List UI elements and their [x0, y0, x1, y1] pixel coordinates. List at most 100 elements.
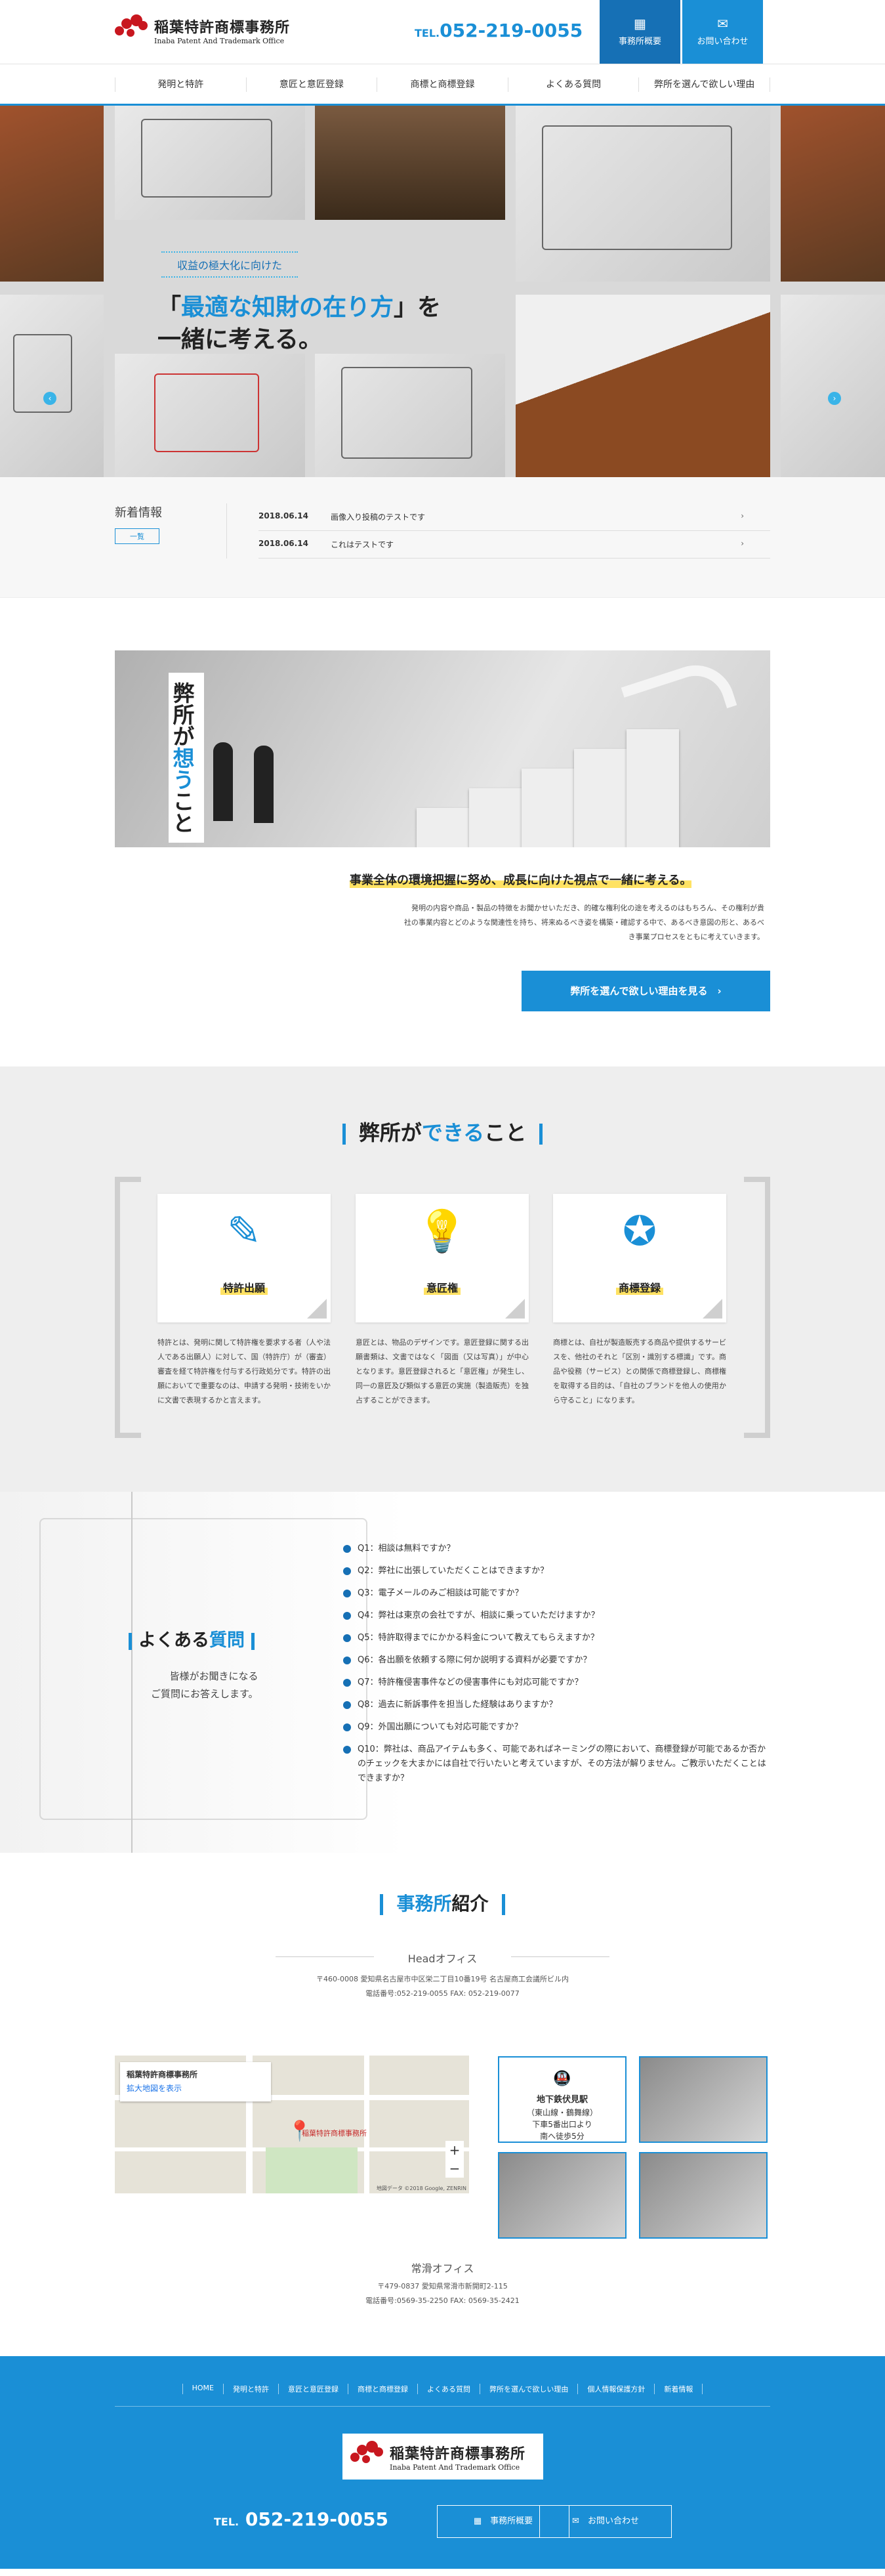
global-nav: 発明と特許 意匠と意匠登録 商標と商標登録 よくある質問 弊所を選んで欲しい理由	[0, 64, 885, 106]
news-list-button[interactable]: 一覧	[115, 528, 159, 544]
nav-item-reasons[interactable]: 弊所を選んで欲しい理由	[638, 77, 770, 92]
footer-nav-home[interactable]: HOME	[182, 2384, 223, 2394]
philosophy-subtitle: 事業全体の環境把握に努め、成長に向けた視点で一緒に考える。	[350, 871, 692, 888]
document-pen-icon: ✎	[227, 1207, 261, 1255]
news-section: 新着情報 一覧 2018.06.14 画像入り投稿のテストです › 2018.0…	[0, 477, 885, 598]
faq-item[interactable]: Q5：特許取得までにかかる料金について教えてもらえますか？	[343, 1631, 770, 1645]
logo-mark-icon	[350, 2441, 384, 2472]
service-card-trademark[interactable]: ✪ 商標登録	[553, 1194, 726, 1322]
faq-title: よくある質問	[129, 1626, 255, 1651]
bracket-left	[115, 1177, 141, 1438]
footer-phone[interactable]: TEL. 052-219-0055	[214, 2508, 388, 2530]
slider-next-icon[interactable]: ›	[828, 392, 841, 405]
faq-item[interactable]: Q8：過去に新訴事件を担当した経験はありますか？	[343, 1698, 770, 1712]
site-logo[interactable]: 稲葉特許商標事務所 Inaba Patent And Trademark Off…	[115, 14, 290, 46]
faq-item[interactable]: Q9：外国出願についても対応可能ですか？	[343, 1720, 770, 1735]
hero-lead: 収益の極大化に向けた	[161, 251, 298, 278]
building-icon: ▦	[473, 2516, 482, 2526]
footer-nav-faq[interactable]: よくある質問	[417, 2384, 480, 2394]
office-overview-button[interactable]: ▦ 事務所概要	[600, 0, 680, 64]
faq-subtitle: 皆様がお聞きになる ご質問にお答えします。	[151, 1670, 258, 1700]
logo-name-en: Inaba Patent And Trademark Office	[154, 36, 285, 45]
services-title: 弊所ができること	[0, 1066, 885, 1147]
nav-item-faq[interactable]: よくある質問	[507, 77, 639, 92]
footer-logo[interactable]: 稲葉特許商標事務所 Inaba Patent And Trademark Off…	[342, 2434, 543, 2480]
map-zoom-control[interactable]: + −	[445, 2141, 464, 2178]
office-section: 事務所紹介 Headオフィス 〒460-0008 愛知県名古屋市中区栄二丁目10…	[0, 1853, 885, 2356]
hero-photo	[781, 295, 885, 477]
site-header: 稲葉特許商標事務所 Inaba Patent And Trademark Off…	[0, 0, 885, 64]
building-icon: ▦	[634, 16, 646, 32]
map-info-card: 稲葉特許商標事務所 拡大地図を表示	[120, 2062, 271, 2101]
faq-list: Q1：相談は無料ですか？ Q2：弊社に出張していただくことはできますか？ Q3：…	[343, 1542, 770, 1794]
faq-item[interactable]: Q3：電子メールのみご相談は可能ですか？	[343, 1586, 770, 1601]
hero-slider: 収益の極大化に向けた 「最適な知財の在り方」を 一緒に考える。 ‹ ›	[0, 106, 885, 477]
footer-nav: HOME 発明と特許 意匠と意匠登録 商標と商標登録 よくある質問 弊所を選んで…	[115, 2384, 770, 2407]
map-credit: 地図データ ©2018 Google, ZENRIN	[376, 2185, 466, 2191]
chevron-right-icon: ›	[741, 511, 744, 520]
hero-photo	[516, 106, 770, 282]
logo-mark-icon	[115, 14, 149, 46]
route-photo	[498, 2152, 627, 2239]
lightbulb-icon: 💡	[417, 1207, 468, 1255]
news-item[interactable]: 2018.06.14 これはテストです ›	[258, 531, 770, 559]
map-enlarge-link[interactable]: 拡大地図を表示	[127, 2082, 264, 2094]
footer-nav-reasons[interactable]: 弊所を選んで欲しい理由	[479, 2384, 577, 2394]
faq-item[interactable]: Q10：弊社は、商品アイテムも多く、可能であればネーミングの際において、商標登録…	[343, 1742, 770, 1786]
philosophy-title: 弊所が想うこと	[169, 673, 204, 843]
branch-office-label: 常滑オフィス	[411, 2262, 474, 2275]
head-office-label: Headオフィス	[0, 1950, 885, 1966]
faq-item[interactable]: Q2：弊社に出張していただくことはできますか？	[343, 1564, 770, 1578]
subway-icon: 🚇	[553, 2071, 571, 2087]
hero-headline: 「最適な知財の在り方」を 一緒に考える。	[157, 294, 442, 353]
faq-section: よくある質問 皆様がお聞きになる ご質問にお答えします。 Q1：相談は無料ですか？…	[0, 1492, 885, 1853]
hero-photo	[115, 106, 305, 220]
office-title: 事務所紹介	[0, 1853, 885, 1916]
hero-photo	[0, 295, 104, 477]
news-item[interactable]: 2018.06.14 画像入り投稿のテストです ›	[258, 503, 770, 531]
philosophy-text: 発明の内容や商品・製品の特徴をお聞かせいただき、的確な権利化の途を考えるのはもち…	[403, 904, 764, 941]
faq-item[interactable]: Q1：相談は無料ですか？	[343, 1542, 770, 1556]
badge-icon: ✪	[623, 1207, 657, 1255]
station-info: 🚇 地下鉄伏見駅 （東山線・鶴舞線） 下車5番出口より 南へ徒歩5分	[498, 2056, 627, 2143]
hero-copy: 収益の極大化に向けた 「最適な知財の在り方」を 一緒に考える。	[157, 251, 441, 356]
service-text-trademark: 商標とは、自社が製造販売する商品や提供するサービスを、他社のそれと「区別・識別す…	[553, 1338, 726, 1404]
faq-item[interactable]: Q6：各出願を依頼する際に何か説明する資料が必要ですか？	[343, 1653, 770, 1668]
site-footer: HOME 発明と特許 意匠と意匠登録 商標と商標登録 よくある質問 弊所を選んで…	[0, 2356, 885, 2569]
hero-photo	[115, 354, 305, 477]
route-photo	[639, 2056, 768, 2143]
hero-photo	[0, 106, 104, 282]
mail-icon: ✉	[717, 16, 728, 32]
service-card-patent[interactable]: ✎ 特許出願	[157, 1194, 331, 1322]
logo-name: 稲葉特許商標事務所	[154, 19, 291, 36]
service-text-patent: 特許とは、発明に関して特許権を要求する者（人や法人である出願人）に対して、国（特…	[157, 1338, 331, 1404]
footer-nav-trademark[interactable]: 商標と商標登録	[347, 2384, 417, 2394]
footer-nav-privacy[interactable]: 個人情報保護方針	[577, 2384, 654, 2394]
news-heading: 新着情報	[115, 506, 162, 520]
faq-item[interactable]: Q7：特許権侵害事件などの侵害事件にも対応可能ですか？	[343, 1676, 770, 1690]
reasons-button[interactable]: 弊所を選んで欲しい理由を見る ›	[522, 971, 770, 1011]
service-card-design[interactable]: 💡 意匠権	[356, 1194, 529, 1322]
bracket-right	[744, 1177, 770, 1438]
footer-contact-button[interactable]: ✉ お問い合わせ	[539, 2505, 672, 2538]
map-pin-label: 稲葉特許商標事務所	[302, 2129, 367, 2138]
header-phone[interactable]: TEL.052-219-0055	[415, 20, 583, 41]
hero-photo	[315, 106, 505, 220]
nav-item-trademark[interactable]: 商標と商標登録	[377, 77, 508, 92]
head-office-address: 〒460-0008 愛知県名古屋市中区栄二丁目10番19号 名古屋商工会議所ビル…	[316, 1975, 569, 1998]
stairs-image	[115, 650, 770, 847]
footer-nav-news[interactable]: 新着情報	[654, 2384, 703, 2394]
nav-item-design[interactable]: 意匠と意匠登録	[245, 77, 377, 92]
faq-item[interactable]: Q4：弊社は東京の会社ですが、相談に乗っていただけますか？	[343, 1609, 770, 1623]
branch-office-address: 〒479-0837 愛知県常滑市新開町2-115 電話番号:0569-35-225…	[365, 2282, 520, 2305]
philosophy-section: 弊所が想うこと 事業全体の環境把握に努め、成長に向けた視点で一緒に考える。 発明…	[0, 598, 885, 1066]
route-photo	[639, 2152, 768, 2239]
slider-prev-icon[interactable]: ‹	[43, 392, 56, 405]
footer-nav-patent[interactable]: 発明と特許	[222, 2384, 278, 2394]
hero-photo	[781, 106, 885, 282]
office-map[interactable]: 稲葉特許商標事務所 拡大地図を表示 📍 稲葉特許商標事務所 + − 地図データ ©…	[115, 2056, 469, 2193]
nav-item-patent[interactable]: 発明と特許	[115, 77, 246, 92]
contact-button[interactable]: ✉ お問い合わせ	[682, 0, 763, 64]
footer-nav-design[interactable]: 意匠と意匠登録	[278, 2384, 348, 2394]
chevron-right-icon: ›	[741, 539, 744, 548]
